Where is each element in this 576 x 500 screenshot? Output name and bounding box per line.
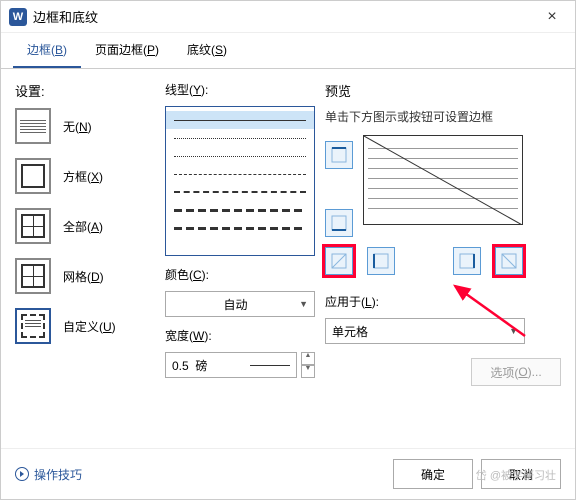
annotation-arrow: [445, 281, 535, 341]
color-select[interactable]: 自动 ▼: [165, 291, 315, 317]
line-dotted2[interactable]: [166, 147, 314, 165]
setting-custom-label: 自定义(U): [63, 318, 116, 335]
spinner-down[interactable]: ▼: [301, 365, 315, 378]
tab-borders[interactable]: 边框(B): [13, 33, 81, 68]
close-button[interactable]: ×: [537, 8, 567, 26]
line-ddash[interactable]: [166, 201, 314, 219]
diag-up-button[interactable]: [495, 247, 523, 275]
line-solid[interactable]: [166, 111, 314, 129]
preview-label: 预览: [325, 81, 561, 100]
settings-label: 设置:: [15, 81, 155, 100]
setting-none-icon: [15, 108, 51, 144]
width-spinner[interactable]: ▲▼: [301, 352, 315, 378]
width-preview-line: [250, 365, 290, 366]
setting-grid-label: 网格(D): [63, 268, 104, 285]
line-ldash[interactable]: [166, 183, 314, 201]
tips-link[interactable]: 操作技巧: [15, 466, 385, 483]
linestyle-list[interactable]: [165, 106, 315, 256]
preview-diagram[interactable]: [363, 135, 523, 225]
setting-all[interactable]: 全部(A): [15, 208, 155, 244]
setting-box-label: 方框(X): [63, 168, 103, 185]
setting-grid[interactable]: 网格(D): [15, 258, 155, 294]
ok-button[interactable]: 确定: [393, 459, 473, 489]
color-value: 自动: [224, 296, 248, 313]
tabs: 边框(B) 页面边框(P) 底纹(S): [1, 33, 575, 69]
border-left-button[interactable]: [367, 247, 395, 275]
setting-none-label: 无(N): [63, 118, 92, 135]
setting-all-icon: [15, 208, 51, 244]
apply-value: 单元格: [332, 323, 368, 340]
line-dashed[interactable]: [166, 165, 314, 183]
setting-none[interactable]: 无(N): [15, 108, 155, 144]
options-button: 选项(O)...: [471, 358, 561, 386]
tips-label: 操作技巧: [34, 466, 82, 483]
line-dotted[interactable]: [166, 129, 314, 147]
play-icon: [15, 467, 29, 481]
border-bottom-button[interactable]: [325, 209, 353, 237]
setting-grid-icon: [15, 258, 51, 294]
width-label: 宽度(W):: [165, 327, 315, 344]
setting-box-icon: [15, 158, 51, 194]
watermark: 岱 @被学研习壮: [476, 467, 556, 483]
tab-shading[interactable]: 底纹(S): [173, 33, 241, 68]
tab-page-borders[interactable]: 页面边框(P): [81, 33, 173, 68]
border-top-button[interactable]: [325, 141, 353, 169]
setting-box[interactable]: 方框(X): [15, 158, 155, 194]
preview-hint: 单击下方图示或按钮可设置边框: [325, 108, 561, 125]
line-ddash2[interactable]: [166, 219, 314, 237]
setting-custom[interactable]: 自定义(U): [15, 308, 155, 344]
linestyle-label: 线型(Y):: [165, 81, 315, 98]
dialog-title: 边框和底纹: [33, 7, 537, 26]
setting-all-label: 全部(A): [63, 218, 103, 235]
diag-down-button[interactable]: [325, 247, 353, 275]
chevron-down-icon: ▼: [299, 299, 308, 309]
color-label: 颜色(C):: [165, 266, 315, 283]
spinner-up[interactable]: ▲: [301, 352, 315, 365]
setting-custom-icon: [15, 308, 51, 344]
app-icon: W: [9, 8, 27, 26]
width-input[interactable]: 0.5 磅: [165, 352, 297, 378]
border-right-button[interactable]: [453, 247, 481, 275]
